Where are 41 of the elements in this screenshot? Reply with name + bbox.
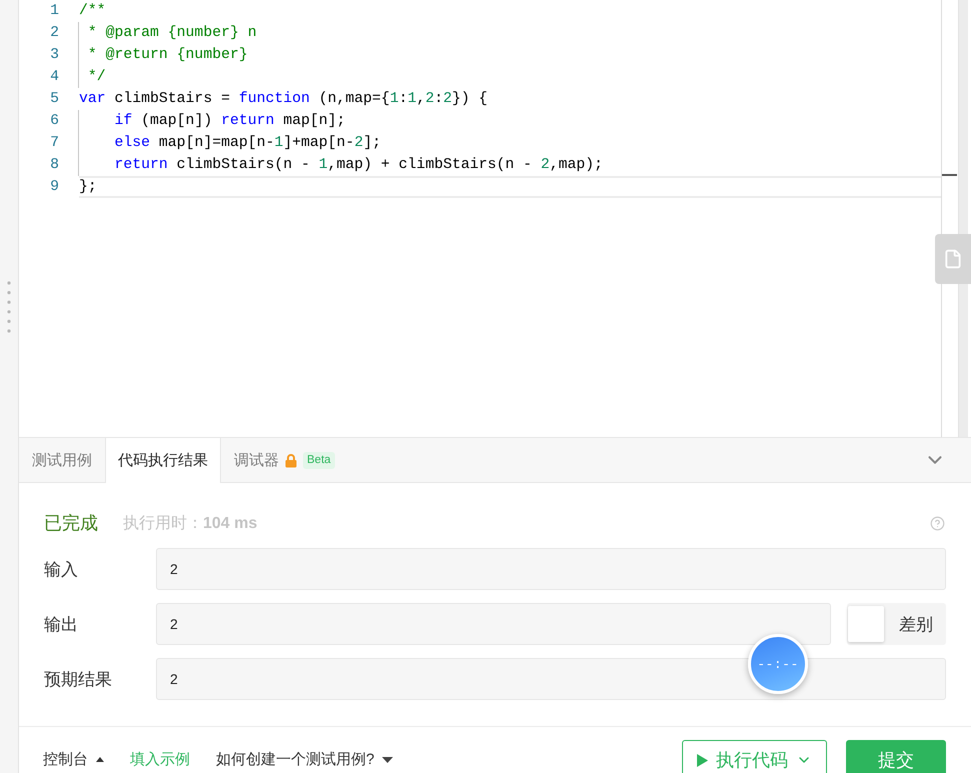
help-link[interactable]: 如何创建一个测试用例? (216, 740, 394, 773)
code-line: */ (86, 68, 107, 87)
side-tab-button[interactable] (935, 234, 971, 284)
field-label: 预期结果 (44, 668, 113, 690)
code-line: var climbStairs = function (n,map={1:1,2:2}) { (79, 90, 489, 109)
result-tab[interactable]: 测试用例 (19, 438, 105, 483)
code-line: if (map[n]) return map[n]; (114, 112, 346, 131)
play-icon (697, 754, 708, 766)
line-number: 5 (49, 90, 60, 109)
code-line: * @param {number} n (86, 24, 258, 43)
value-field[interactable]: 2 (156, 548, 946, 590)
result-tab[interactable]: 代码执行结果 (105, 438, 221, 483)
line-number: 2 (49, 24, 60, 43)
status-text: 已完成 (44, 512, 98, 535)
caret-up-icon (96, 757, 104, 762)
line-number: 3 (49, 46, 60, 65)
line-number: 6 (49, 112, 60, 131)
diff-checkbox[interactable] (848, 606, 884, 642)
field-label: 输出 (44, 614, 79, 636)
console-button[interactable]: 控制台 (43, 740, 104, 773)
runtime-text: 执行用时：104 ms (123, 514, 258, 534)
code-line: else map[n]=map[n-1]+map[n-2]; (114, 134, 382, 153)
document-icon (943, 249, 963, 269)
line-number: 8 (49, 156, 60, 175)
line-marker-icon (942, 174, 957, 176)
diff-toggle[interactable]: 差别 (847, 603, 946, 645)
caret-down-icon (382, 756, 394, 762)
line-number: 4 (49, 68, 60, 87)
line-number: 1 (49, 2, 60, 21)
field-label: 输入 (44, 558, 79, 580)
drag-handle-icon[interactable] (7, 281, 11, 333)
code-line: }; (79, 176, 941, 198)
line-number: 7 (49, 134, 60, 153)
code-line: return climbStairs(n - 1,map) + climbStairs(n - 2,map); (114, 156, 604, 175)
value-field[interactable]: 2 (156, 603, 831, 645)
code-line: * @return {number} (86, 46, 249, 65)
code-line: /** (79, 2, 107, 21)
line-number: 9 (49, 178, 60, 197)
result-tab[interactable]: 调试器 Beta (221, 438, 348, 483)
help-icon[interactable] (930, 516, 945, 530)
beta-badge: Beta (303, 452, 335, 469)
